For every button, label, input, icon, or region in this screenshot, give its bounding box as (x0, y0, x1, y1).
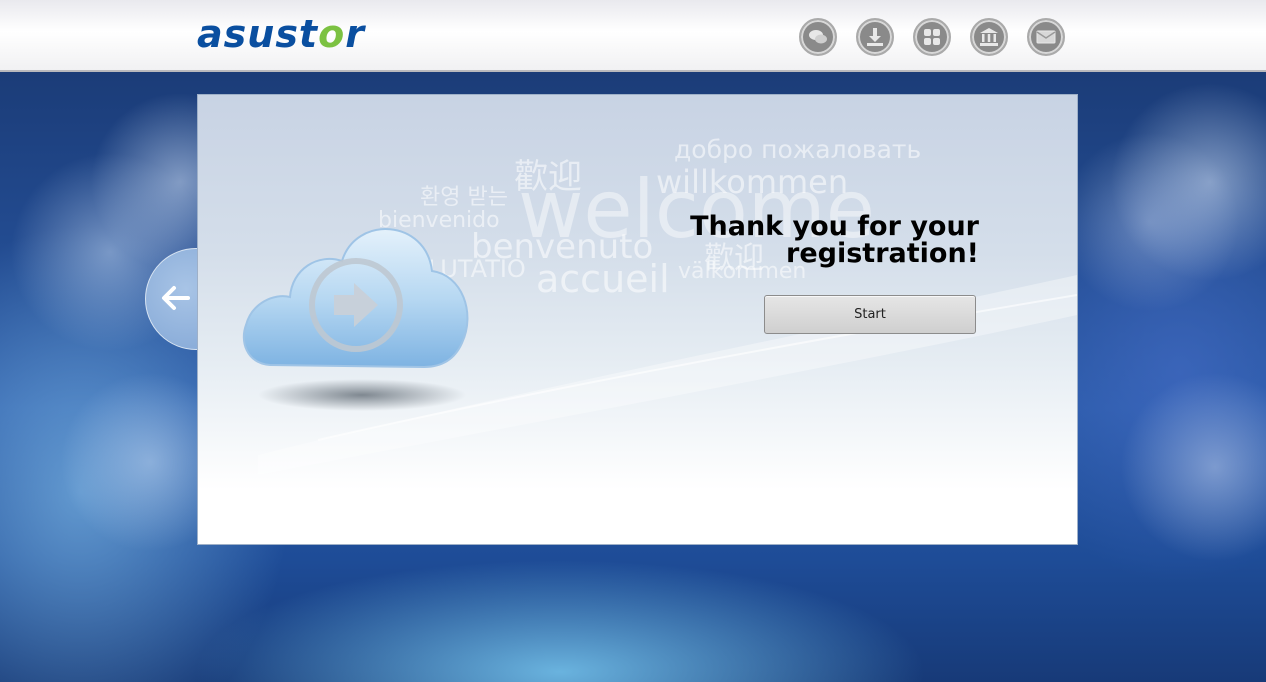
start-button[interactable]: Start (764, 295, 976, 334)
download-icon[interactable] (856, 18, 894, 56)
background-cloud (1060, 132, 1240, 312)
logo-accent-letter: o (318, 12, 346, 56)
asustor-logo[interactable]: asustor (197, 12, 365, 56)
background-cloud (1120, 372, 1266, 562)
bank-icon-glyph (980, 28, 998, 46)
chat-icon[interactable] (799, 18, 837, 56)
logo-text: asust (197, 12, 319, 56)
logo-text-end: r (345, 12, 365, 56)
cloud-arrow-illustration (240, 213, 472, 413)
mail-icon[interactable] (1027, 18, 1065, 56)
header-bar: asustor (0, 0, 1266, 72)
arrow-left-icon (162, 286, 190, 310)
cloud-arrow-icon (242, 228, 469, 411)
start-button-label: Start (854, 307, 886, 322)
welcome-word: 환영 받는 (420, 185, 508, 210)
registration-panel: добро пожаловать 歡迎 willkommen 환영 받는 wel… (197, 94, 1078, 545)
download-icon-glyph (867, 28, 883, 46)
mail-icon-glyph (1036, 30, 1056, 44)
chat-icon-glyph (809, 30, 827, 44)
registration-heading: Thank you for your registration! (690, 211, 979, 269)
bank-icon[interactable] (970, 18, 1008, 56)
apps-icon-glyph (924, 29, 940, 45)
apps-icon[interactable] (913, 18, 951, 56)
welcome-word: добро пожаловать (674, 135, 922, 164)
